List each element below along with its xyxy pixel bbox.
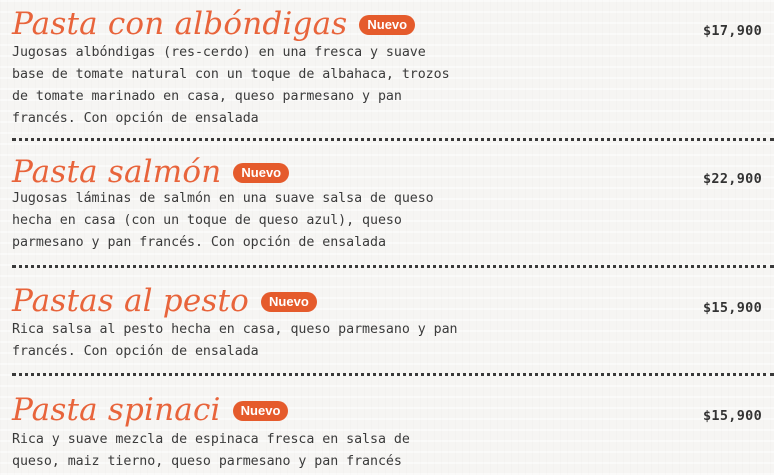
- menu-item-description: Rica salsa al pesto hecha en casa, queso…: [12, 322, 458, 359]
- menu-item-description: Rica y suave mezcla de espinaca fresca e…: [12, 432, 410, 469]
- menu-item-header: Pasta salmón Nuevo: [12, 152, 290, 192]
- new-badge: Nuevo: [359, 15, 416, 35]
- dotted-divider: [12, 373, 774, 376]
- dotted-divider: [12, 265, 774, 268]
- new-badge: Nuevo: [232, 401, 289, 421]
- menu-item-price: $17,900: [703, 23, 762, 39]
- new-badge: Nuevo: [261, 292, 317, 312]
- menu-item-title: Pastas al pesto: [12, 283, 250, 319]
- menu-item-price: $22,900: [703, 171, 762, 187]
- menu-item-description: Jugosas láminas de salmón en una suave s…: [12, 191, 434, 250]
- menu-item-header: Pastas al pesto Nuevo: [12, 281, 317, 321]
- dotted-divider: [12, 138, 774, 141]
- menu-item-header: Pasta con albóndigas Nuevo: [12, 4, 416, 44]
- menu-item-title: Pasta spinaci: [12, 392, 221, 428]
- menu-item-price: $15,900: [703, 300, 762, 316]
- menu-item-header: Pasta spinaci Nuevo: [12, 390, 289, 430]
- menu-item-price: $15,900: [703, 408, 762, 424]
- menu-item-description: Jugosas albóndigas (res-cerdo) en una fr…: [12, 45, 450, 126]
- menu-item-title: Pasta con albóndigas: [12, 6, 348, 42]
- menu-item-title: Pasta salmón: [12, 154, 222, 190]
- new-badge: Nuevo: [233, 163, 290, 183]
